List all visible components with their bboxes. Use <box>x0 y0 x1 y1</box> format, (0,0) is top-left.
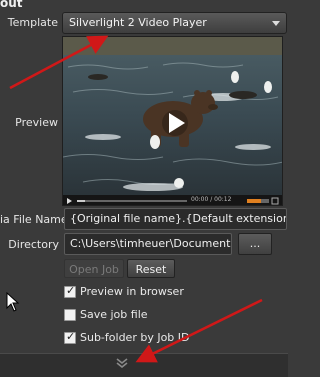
template-select-value: Silverlight 2 Video Player <box>69 16 207 29</box>
preview-in-browser-checkbox[interactable] <box>64 284 76 298</box>
section-title: out <box>0 0 23 10</box>
save-job-file-checkbox[interactable] <box>64 309 76 321</box>
sub-folder-by-job-id-checkbox[interactable] <box>64 330 76 344</box>
template-select[interactable]: Silverlight 2 Video Player <box>62 12 287 34</box>
media-file-name-input[interactable]: {Original file name}.{Default extension} <box>64 208 287 230</box>
player-controls[interactable]: 00:00 / 00:12 <box>63 195 282 205</box>
reset-button[interactable]: Reset <box>127 259 175 278</box>
chevron-down-icon[interactable] <box>116 358 128 368</box>
preview-video[interactable]: 00:00 / 00:12 <box>62 36 283 206</box>
preview-thumbnail <box>63 37 282 197</box>
chevron-down-icon <box>272 21 280 26</box>
open-job-button[interactable]: Open Job <box>64 259 124 278</box>
playback-time: 00:00 / 00:12 <box>191 196 232 203</box>
play-icon <box>162 110 188 136</box>
save-job-file-label: Save job file <box>80 308 148 321</box>
collapse-bar[interactable] <box>0 353 288 377</box>
directory-label: Directory <box>8 238 59 251</box>
sub-folder-by-job-id-label: Sub-folder by Job ID <box>80 331 190 344</box>
directory-input[interactable]: C:\Users\timheuer\Documents\... <box>64 233 232 255</box>
mouse-pointer-icon <box>6 292 20 312</box>
media-file-name-label: ia File Name <box>0 213 68 226</box>
browse-directory-button[interactable]: ... <box>238 233 272 255</box>
template-label: Template <box>7 16 58 29</box>
preview-label: Preview <box>15 116 58 129</box>
preview-in-browser-label: Preview in browser <box>80 285 184 298</box>
annotation-arrow-subfolder <box>135 298 263 363</box>
